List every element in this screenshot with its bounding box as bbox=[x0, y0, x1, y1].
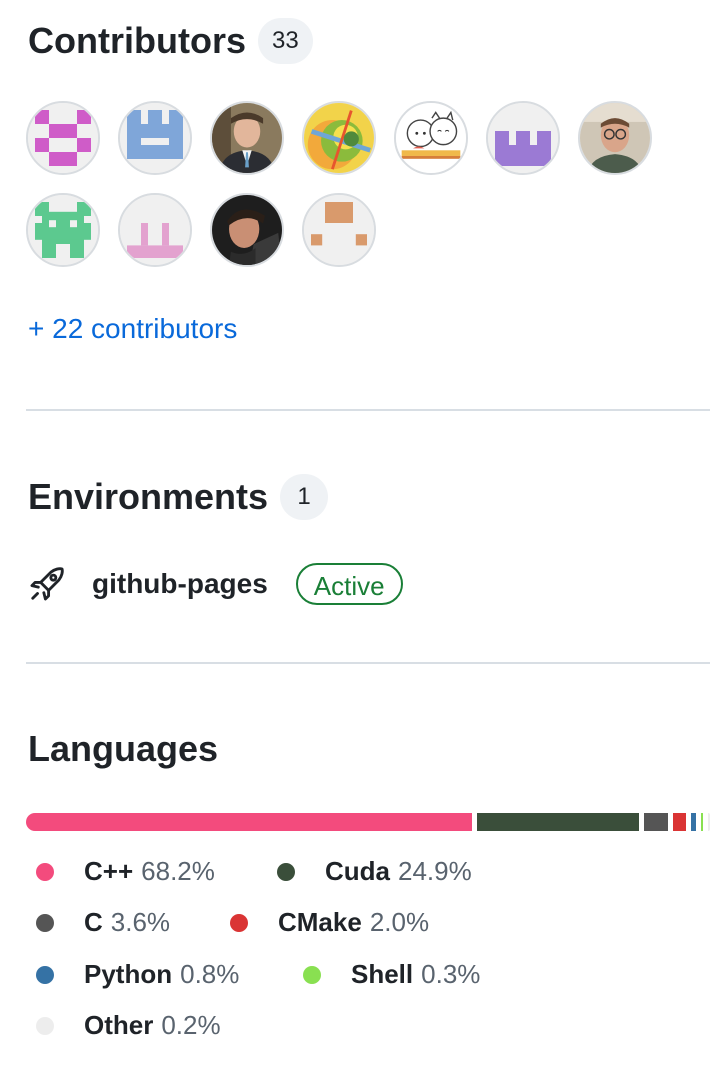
environments-count-badge: 1 bbox=[280, 474, 329, 520]
language-bar-segment[interactable] bbox=[26, 813, 472, 831]
language-item-shell[interactable]: Shell 0.3% bbox=[303, 959, 480, 990]
contributors-count-badge: 33 bbox=[257, 18, 313, 64]
section-divider bbox=[26, 409, 710, 411]
avatar-purple-identicon[interactable] bbox=[486, 101, 560, 175]
avatar-photo-man-dark[interactable] bbox=[210, 193, 284, 267]
language-name: Shell bbox=[351, 959, 414, 989]
avatar-blue-identicon[interactable] bbox=[118, 101, 192, 175]
language-color-dot bbox=[36, 1016, 54, 1035]
language-name: C bbox=[84, 907, 103, 937]
language-bar-segment[interactable] bbox=[708, 813, 710, 831]
avatar-cartoon-animals[interactable] bbox=[394, 101, 468, 175]
avatar-green-identicon[interactable] bbox=[26, 193, 100, 267]
language-color-dot bbox=[303, 965, 321, 984]
language-percent: 0.8% bbox=[180, 959, 240, 989]
language-name: Cuda bbox=[325, 856, 390, 886]
language-name: Other bbox=[84, 1010, 154, 1040]
languages-title: Languages bbox=[28, 728, 219, 769]
avatar-photo-man-suit[interactable] bbox=[210, 101, 284, 175]
environment-status-badge: Active bbox=[295, 563, 403, 605]
language-progress-bar bbox=[26, 813, 710, 831]
contributors-heading[interactable]: Contributors 33 bbox=[28, 18, 313, 64]
language-name: CMake bbox=[278, 907, 362, 937]
language-bar-segment[interactable] bbox=[644, 813, 668, 831]
environments-heading[interactable]: Environments 1 bbox=[28, 474, 329, 520]
language-color-dot bbox=[36, 862, 54, 881]
language-item-cuda[interactable]: Cuda 24.9% bbox=[277, 856, 472, 887]
language-percent: 0.2% bbox=[161, 1010, 221, 1040]
language-item-cpp[interactable]: C++ 68.2% bbox=[36, 856, 215, 887]
language-name: Python bbox=[84, 959, 173, 989]
rocket-icon bbox=[28, 565, 66, 603]
language-percent: 2.0% bbox=[369, 907, 430, 937]
more-contributors-link[interactable]: + 22 contributors bbox=[28, 313, 237, 345]
environment-name-link[interactable]: github-pages bbox=[92, 568, 268, 600]
language-percent: 0.3% bbox=[421, 959, 481, 989]
language-bar-segment[interactable] bbox=[476, 813, 640, 831]
language-color-dot bbox=[277, 862, 295, 881]
language-percent: 3.6% bbox=[110, 907, 171, 937]
language-bar-segment[interactable] bbox=[690, 813, 696, 831]
language-color-dot bbox=[36, 965, 54, 984]
avatar-pink-light-identicon[interactable] bbox=[118, 193, 192, 267]
environments-title[interactable]: Environments bbox=[28, 476, 268, 518]
language-item-other: Other 0.2% bbox=[36, 1010, 221, 1041]
language-item-cmake[interactable]: CMake 2.0% bbox=[230, 907, 429, 938]
language-name: C++ bbox=[84, 856, 134, 886]
avatar-orange-identicon[interactable] bbox=[302, 193, 376, 267]
environment-item[interactable]: github-pages Active bbox=[28, 563, 403, 605]
language-percent: 24.9% bbox=[398, 856, 472, 886]
avatar-photo-man-glasses[interactable] bbox=[578, 101, 652, 175]
section-divider bbox=[26, 662, 710, 664]
language-percent: 68.2% bbox=[141, 856, 215, 886]
contributors-title[interactable]: Contributors bbox=[28, 20, 246, 62]
language-item-c[interactable]: C 3.6% bbox=[36, 907, 170, 938]
language-color-dot bbox=[230, 913, 248, 932]
language-bar-segment[interactable] bbox=[672, 813, 686, 831]
language-bar-segment[interactable] bbox=[701, 813, 703, 831]
language-color-dot bbox=[36, 913, 54, 932]
avatar-colorful-abstract[interactable] bbox=[302, 101, 376, 175]
language-item-python[interactable]: Python 0.8% bbox=[36, 959, 239, 990]
avatar-pink-identicon[interactable] bbox=[26, 101, 100, 175]
